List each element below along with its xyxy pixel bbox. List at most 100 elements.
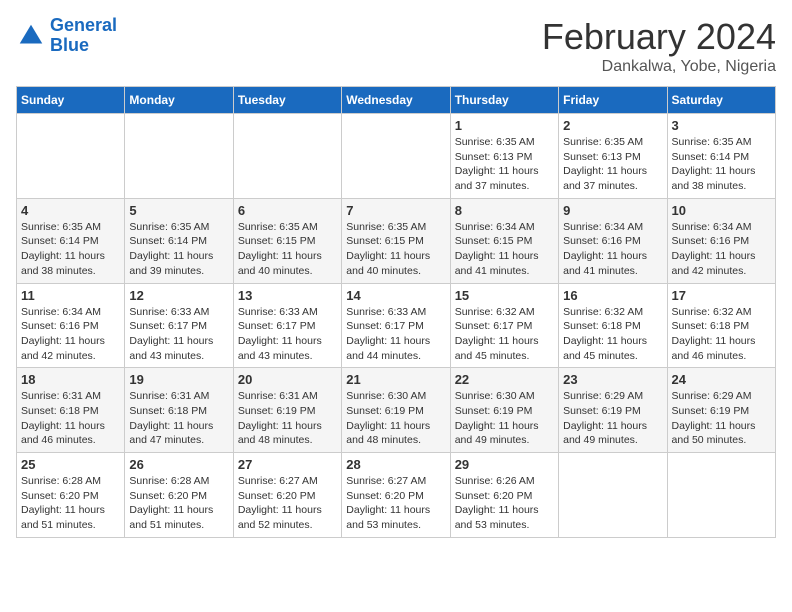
day-info: Sunrise: 6:35 AM Sunset: 6:13 PM Dayligh… (563, 135, 662, 194)
day-number: 3 (672, 118, 771, 133)
calendar-cell: 2 Sunrise: 6:35 AM Sunset: 6:13 PM Daylig… (559, 114, 667, 199)
day-info: Sunrise: 6:35 AM Sunset: 6:14 PM Dayligh… (672, 135, 771, 194)
calendar-cell: 5 Sunrise: 6:35 AM Sunset: 6:14 PM Daylig… (125, 198, 233, 283)
weekday-header-monday: Monday (125, 87, 233, 114)
calendar-cell (342, 114, 450, 199)
day-info: Sunrise: 6:32 AM Sunset: 6:17 PM Dayligh… (455, 305, 554, 364)
day-number: 2 (563, 118, 662, 133)
day-info: Sunrise: 6:33 AM Sunset: 6:17 PM Dayligh… (238, 305, 337, 364)
day-info: Sunrise: 6:32 AM Sunset: 6:18 PM Dayligh… (563, 305, 662, 364)
page-header: General Blue February 2024 Dankalwa, Yob… (16, 16, 776, 76)
calendar-cell: 11Sunrise: 6:34 AM Sunset: 6:16 PM Dayli… (17, 283, 125, 368)
day-number: 1 (455, 118, 554, 133)
calendar-cell: 9 Sunrise: 6:34 AM Sunset: 6:16 PM Daylig… (559, 198, 667, 283)
calendar-cell (559, 453, 667, 538)
day-number: 23 (563, 372, 662, 387)
day-info: Sunrise: 6:27 AM Sunset: 6:20 PM Dayligh… (238, 474, 337, 533)
day-info: Sunrise: 6:35 AM Sunset: 6:15 PM Dayligh… (238, 220, 337, 279)
day-info: Sunrise: 6:34 AM Sunset: 6:16 PM Dayligh… (563, 220, 662, 279)
calendar-cell: 12Sunrise: 6:33 AM Sunset: 6:17 PM Dayli… (125, 283, 233, 368)
calendar-cell: 3 Sunrise: 6:35 AM Sunset: 6:14 PM Daylig… (667, 114, 775, 199)
calendar-cell: 23 Sunrise: 6:29 AM Sunset: 6:19 PM Dayli… (559, 368, 667, 453)
calendar-cell: 28 Sunrise: 6:27 AM Sunset: 6:20 PM Dayli… (342, 453, 450, 538)
week-row-3: 11Sunrise: 6:34 AM Sunset: 6:16 PM Dayli… (17, 283, 776, 368)
calendar-table: SundayMondayTuesdayWednesdayThursdayFrid… (16, 86, 776, 538)
weekday-header-saturday: Saturday (667, 87, 775, 114)
logo: General Blue (16, 16, 117, 56)
day-number: 16 (563, 288, 662, 303)
calendar-cell: 27 Sunrise: 6:27 AM Sunset: 6:20 PM Dayli… (233, 453, 341, 538)
week-row-4: 18 Sunrise: 6:31 AM Sunset: 6:18 PM Dayli… (17, 368, 776, 453)
day-number: 27 (238, 457, 337, 472)
day-number: 18 (21, 372, 120, 387)
calendar-cell: 6 Sunrise: 6:35 AM Sunset: 6:15 PM Daylig… (233, 198, 341, 283)
day-number: 7 (346, 203, 445, 218)
month-title: February 2024 (542, 16, 776, 58)
calendar-cell (233, 114, 341, 199)
logo-text: General Blue (50, 16, 117, 56)
day-number: 20 (238, 372, 337, 387)
calendar-cell (125, 114, 233, 199)
calendar-cell: 29 Sunrise: 6:26 AM Sunset: 6:20 PM Dayli… (450, 453, 558, 538)
calendar-cell: 1 Sunrise: 6:35 AM Sunset: 6:13 PM Daylig… (450, 114, 558, 199)
title-block: February 2024 Dankalwa, Yobe, Nigeria (542, 16, 776, 76)
day-info: Sunrise: 6:35 AM Sunset: 6:14 PM Dayligh… (129, 220, 228, 279)
weekday-header-row: SundayMondayTuesdayWednesdayThursdayFrid… (17, 87, 776, 114)
day-number: 17 (672, 288, 771, 303)
day-number: 13 (238, 288, 337, 303)
calendar-cell: 10 Sunrise: 6:34 AM Sunset: 6:16 PM Dayli… (667, 198, 775, 283)
calendar-cell: 17 Sunrise: 6:32 AM Sunset: 6:18 PM Dayli… (667, 283, 775, 368)
day-number: 6 (238, 203, 337, 218)
calendar-cell: 25Sunrise: 6:28 AM Sunset: 6:20 PM Dayli… (17, 453, 125, 538)
day-info: Sunrise: 6:27 AM Sunset: 6:20 PM Dayligh… (346, 474, 445, 533)
day-info: Sunrise: 6:29 AM Sunset: 6:19 PM Dayligh… (563, 389, 662, 448)
day-number: 26 (129, 457, 228, 472)
day-info: Sunrise: 6:26 AM Sunset: 6:20 PM Dayligh… (455, 474, 554, 533)
calendar-cell: 26 Sunrise: 6:28 AM Sunset: 6:20 PM Dayli… (125, 453, 233, 538)
day-info: Sunrise: 6:34 AM Sunset: 6:16 PM Dayligh… (672, 220, 771, 279)
day-info: Sunrise: 6:30 AM Sunset: 6:19 PM Dayligh… (346, 389, 445, 448)
day-info: Sunrise: 6:31 AM Sunset: 6:19 PM Dayligh… (238, 389, 337, 448)
day-info: Sunrise: 6:33 AM Sunset: 6:17 PM Dayligh… (129, 305, 228, 364)
day-info: Sunrise: 6:35 AM Sunset: 6:15 PM Dayligh… (346, 220, 445, 279)
weekday-header-thursday: Thursday (450, 87, 558, 114)
week-row-5: 25Sunrise: 6:28 AM Sunset: 6:20 PM Dayli… (17, 453, 776, 538)
day-number: 14 (346, 288, 445, 303)
calendar-cell: 21Sunrise: 6:30 AM Sunset: 6:19 PM Dayli… (342, 368, 450, 453)
day-number: 22 (455, 372, 554, 387)
day-info: Sunrise: 6:28 AM Sunset: 6:20 PM Dayligh… (129, 474, 228, 533)
day-info: Sunrise: 6:32 AM Sunset: 6:18 PM Dayligh… (672, 305, 771, 364)
day-number: 4 (21, 203, 120, 218)
day-info: Sunrise: 6:31 AM Sunset: 6:18 PM Dayligh… (21, 389, 120, 448)
day-info: Sunrise: 6:31 AM Sunset: 6:18 PM Dayligh… (129, 389, 228, 448)
day-info: Sunrise: 6:33 AM Sunset: 6:17 PM Dayligh… (346, 305, 445, 364)
day-number: 5 (129, 203, 228, 218)
calendar-cell: 22 Sunrise: 6:30 AM Sunset: 6:19 PM Dayli… (450, 368, 558, 453)
calendar-cell: 4 Sunrise: 6:35 AM Sunset: 6:14 PM Daylig… (17, 198, 125, 283)
day-number: 15 (455, 288, 554, 303)
weekday-header-wednesday: Wednesday (342, 87, 450, 114)
day-info: Sunrise: 6:29 AM Sunset: 6:19 PM Dayligh… (672, 389, 771, 448)
day-number: 10 (672, 203, 771, 218)
location: Dankalwa, Yobe, Nigeria (542, 58, 776, 76)
day-number: 24 (672, 372, 771, 387)
calendar-cell: 8Sunrise: 6:34 AM Sunset: 6:15 PM Daylig… (450, 198, 558, 283)
week-row-2: 4 Sunrise: 6:35 AM Sunset: 6:14 PM Daylig… (17, 198, 776, 283)
day-info: Sunrise: 6:35 AM Sunset: 6:13 PM Dayligh… (455, 135, 554, 194)
calendar-cell: 7 Sunrise: 6:35 AM Sunset: 6:15 PM Daylig… (342, 198, 450, 283)
day-info: Sunrise: 6:35 AM Sunset: 6:14 PM Dayligh… (21, 220, 120, 279)
calendar-cell: 13 Sunrise: 6:33 AM Sunset: 6:17 PM Dayli… (233, 283, 341, 368)
day-number: 29 (455, 457, 554, 472)
day-info: Sunrise: 6:28 AM Sunset: 6:20 PM Dayligh… (21, 474, 120, 533)
day-info: Sunrise: 6:30 AM Sunset: 6:19 PM Dayligh… (455, 389, 554, 448)
calendar-cell: 15 Sunrise: 6:32 AM Sunset: 6:17 PM Dayli… (450, 283, 558, 368)
day-info: Sunrise: 6:34 AM Sunset: 6:16 PM Dayligh… (21, 305, 120, 364)
day-number: 9 (563, 203, 662, 218)
calendar-cell: 24 Sunrise: 6:29 AM Sunset: 6:19 PM Dayli… (667, 368, 775, 453)
weekday-header-tuesday: Tuesday (233, 87, 341, 114)
logo-general: General (50, 15, 117, 35)
logo-icon (16, 21, 46, 51)
weekday-header-friday: Friday (559, 87, 667, 114)
calendar-cell: 19Sunrise: 6:31 AM Sunset: 6:18 PM Dayli… (125, 368, 233, 453)
day-number: 28 (346, 457, 445, 472)
